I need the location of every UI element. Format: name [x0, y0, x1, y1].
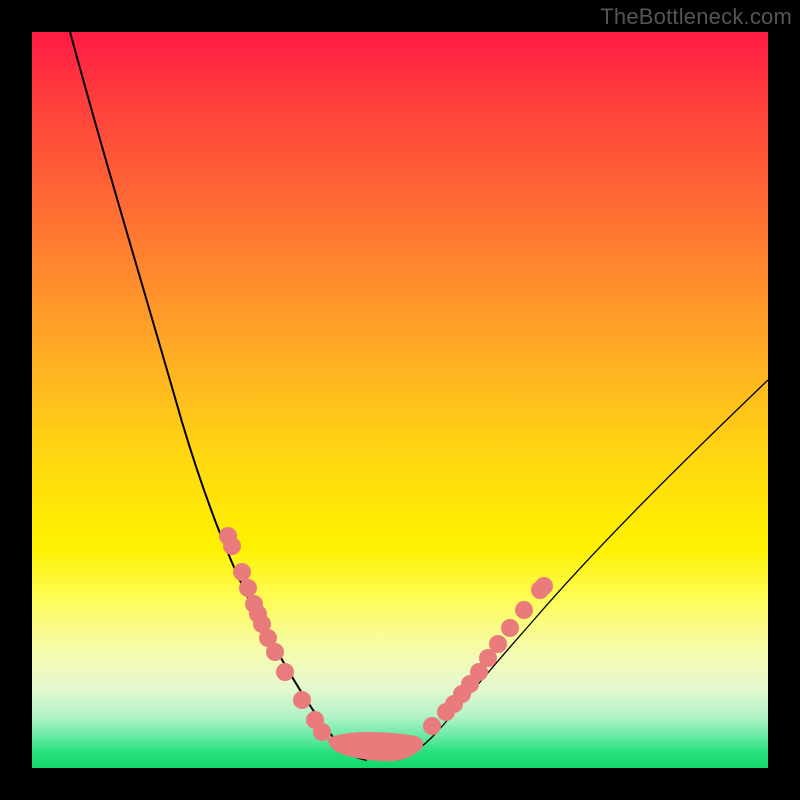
- plot-area: [32, 32, 768, 768]
- valley-blob: [328, 732, 424, 761]
- watermark-text: TheBottleneck.com: [600, 4, 792, 30]
- dots-right-arm: [423, 577, 553, 735]
- left-curve: [62, 32, 367, 760]
- outer-frame: TheBottleneck.com: [0, 0, 800, 800]
- chart-svg: [32, 32, 768, 768]
- dots-left-arm: [219, 527, 331, 741]
